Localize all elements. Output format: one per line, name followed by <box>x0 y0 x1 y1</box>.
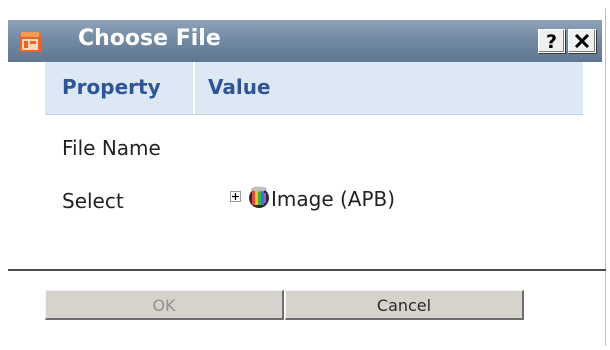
property-row-file-name[interactable]: File Name <box>45 115 583 169</box>
expand-plus-icon[interactable] <box>230 191 241 202</box>
tree-node-label: Image (APB) <box>271 187 396 211</box>
close-button[interactable] <box>568 29 596 53</box>
help-button[interactable]: ? <box>538 29 565 53</box>
dialog-title: Choose File <box>78 26 221 51</box>
close-icon <box>574 34 590 48</box>
column-divider[interactable] <box>193 62 195 114</box>
cancel-button[interactable]: Cancel <box>285 290 524 320</box>
image-library-icon <box>247 185 271 209</box>
choose-file-dialog: Choose File ? Property Value File Name S… <box>8 8 606 346</box>
dialog-titlebar[interactable]: Choose File ? <box>8 20 602 62</box>
property-grid: Property Value File Name Select Image (A… <box>45 62 583 223</box>
column-header-value[interactable]: Value <box>208 75 271 99</box>
help-icon: ? <box>545 31 558 53</box>
property-label-select: Select <box>62 189 124 213</box>
grid-header: Property Value <box>45 62 583 115</box>
app-icon <box>19 32 41 52</box>
property-row-select[interactable]: Select Image (APB) <box>45 169 583 223</box>
ok-button[interactable]: OK <box>45 290 284 320</box>
footer-separator <box>8 269 606 271</box>
column-header-property[interactable]: Property <box>62 75 161 99</box>
property-label-file-name: File Name <box>62 136 161 160</box>
